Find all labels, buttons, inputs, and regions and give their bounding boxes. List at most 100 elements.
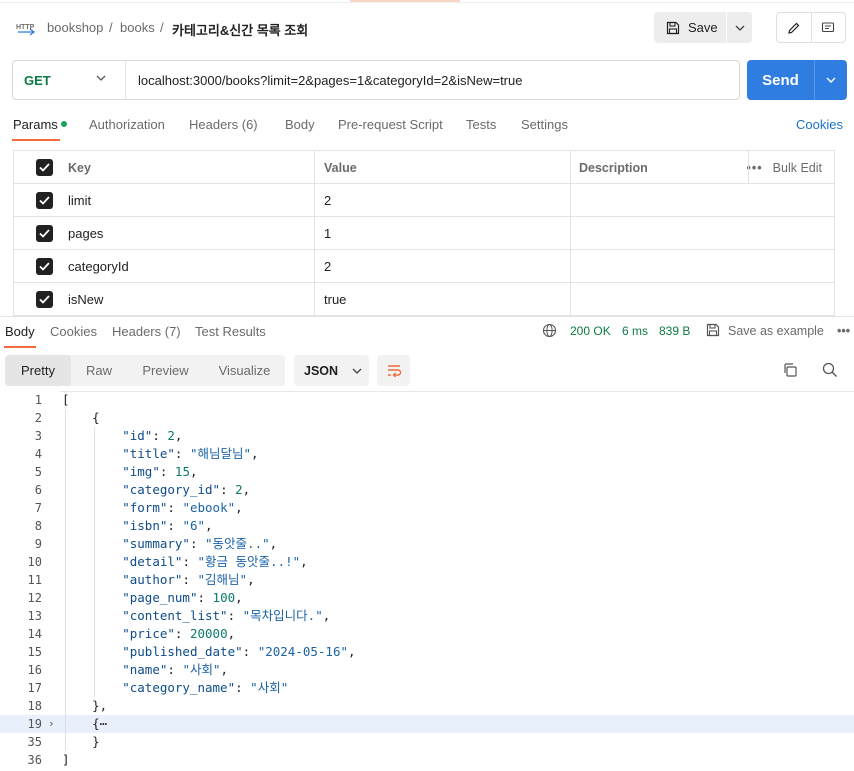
param-key[interactable]: pages (68, 217, 103, 250)
param-value[interactable]: 2 (324, 250, 331, 283)
pencil-icon (787, 22, 800, 34)
documentation-button[interactable] (812, 13, 846, 42)
code-line: 12 "page_num": 100, (0, 589, 854, 607)
tab-settings[interactable]: Settings (521, 117, 568, 132)
line-number: 1 (34, 393, 42, 407)
method-select[interactable]: GET (13, 61, 125, 99)
param-value[interactable]: 1 (324, 217, 331, 250)
param-value[interactable]: true (324, 283, 346, 316)
param-row: categoryId 2 (14, 250, 834, 283)
param-checkbox[interactable] (36, 225, 53, 242)
send-options-button[interactable] (815, 60, 847, 100)
code-line: 13 "content_list": "목차입니다.", (0, 607, 854, 625)
tab-headers[interactable]: Headers (6) (189, 117, 258, 132)
check-icon (39, 196, 50, 205)
param-checkbox[interactable] (36, 291, 53, 308)
response-size[interactable]: 839 B (659, 324, 690, 338)
response-tab-headers[interactable]: Headers (7) (112, 324, 181, 339)
json-value: 2 (235, 482, 243, 497)
param-key[interactable]: categoryId (68, 250, 129, 283)
select-all-checkbox[interactable] (36, 159, 53, 176)
tab-body[interactable]: Body (285, 117, 315, 132)
save-options-button[interactable] (727, 12, 752, 43)
line-number: 17 (27, 681, 42, 695)
json-key: "summary" (122, 536, 190, 551)
cookies-link[interactable]: Cookies (796, 117, 843, 132)
format-tabs: Pretty Raw Preview Visualize (5, 355, 285, 386)
search-icon[interactable] (822, 362, 838, 381)
code-line: 17 "category_name": "사회" (0, 679, 854, 697)
edit-button[interactable] (777, 13, 811, 42)
tab-params[interactable]: Params (13, 117, 67, 132)
globe-icon[interactable] (542, 323, 557, 341)
param-row: limit 2 (14, 184, 834, 217)
format-pretty[interactable]: Pretty (5, 355, 71, 386)
http-request-icon: HTTP (16, 19, 36, 37)
code-line: 4 "title": "해님달님", (0, 445, 854, 463)
tab-label: Params (13, 117, 58, 132)
line-number: 35 (27, 735, 42, 749)
response-time[interactable]: 6 ms (622, 324, 648, 338)
json-value: "사회" (182, 662, 221, 677)
column-header-key: Key (68, 160, 91, 175)
code-text: "price": 20000, (122, 626, 236, 641)
code-text: "name": "사회", (122, 662, 229, 677)
status-code[interactable]: 200 OK (570, 324, 611, 338)
param-row: isNew true (14, 283, 834, 316)
tab-tests[interactable]: Tests (466, 117, 496, 132)
param-value[interactable]: 2 (324, 184, 331, 217)
code-text: } (62, 734, 100, 749)
format-preview[interactable]: Preview (127, 355, 204, 386)
wrap-icon (387, 364, 401, 377)
chevron-right-icon[interactable]: › (48, 715, 55, 733)
check-icon (39, 229, 50, 238)
code-line: 35 } (0, 733, 854, 751)
json-key: "img" (122, 464, 160, 479)
wrap-lines-button[interactable] (377, 355, 410, 386)
send-button[interactable]: Send (747, 60, 814, 100)
code-text: {⋯ (62, 716, 108, 731)
check-icon (39, 163, 50, 172)
format-visualize[interactable]: Visualize (204, 355, 285, 386)
url-input[interactable]: localhost:3000/books?limit=2&pages=1&cat… (126, 73, 522, 88)
column-header-description: Description (579, 160, 648, 175)
code-text: ] (62, 752, 70, 767)
format-raw[interactable]: Raw (71, 355, 127, 386)
bulk-edit-button[interactable]: ••• Bulk Edit (747, 151, 822, 184)
language-select[interactable]: JSON (294, 355, 369, 386)
param-checkbox[interactable] (36, 258, 53, 275)
param-key[interactable]: isNew (68, 283, 103, 316)
params-table: Key Value Description ••• Bulk Edit limi… (13, 150, 835, 317)
line-number: 19 (27, 717, 42, 731)
breadcrumb-workspace[interactable]: bookshop (47, 20, 103, 35)
line-number: 6 (34, 483, 42, 497)
language-label: JSON (304, 363, 339, 378)
json-key: "isbn" (122, 518, 168, 533)
tab-authorization[interactable]: Authorization (89, 117, 165, 132)
indent-guide (65, 409, 66, 751)
copy-icon[interactable] (782, 362, 798, 381)
tab-pre-request-script[interactable]: Pre-request Script (338, 117, 443, 132)
code-text: "form": "ebook", (122, 500, 243, 515)
param-checkbox[interactable] (36, 192, 53, 209)
response-tab-test-results[interactable]: Test Results (195, 324, 266, 339)
save-icon (666, 21, 680, 34)
save-as-example-button[interactable]: Save as example (728, 324, 824, 338)
response-body-viewer[interactable]: 1[2 {3 "id": 2, 4 "title": "해님달님", 5 "img"… (0, 391, 854, 771)
json-key: "detail" (122, 554, 183, 569)
code-line: 36] (0, 751, 854, 769)
line-number: 16 (27, 663, 42, 677)
code-line: 16 "name": "사회", (0, 661, 854, 679)
divider (570, 151, 571, 317)
code-text: [ (62, 392, 70, 407)
response-tab-cookies[interactable]: Cookies (50, 324, 97, 339)
chevron-down-icon (96, 75, 106, 81)
request-title[interactable]: 카테고리&신간 목록 조회 (172, 20, 308, 39)
response-tab-body[interactable]: Body (5, 324, 35, 339)
indent-guide (94, 427, 95, 697)
param-key[interactable]: limit (68, 184, 91, 217)
code-text: "author": "김해님", (122, 572, 255, 587)
breadcrumb-collection[interactable]: books (120, 20, 155, 35)
save-button[interactable]: Save (654, 12, 726, 43)
more-icon[interactable]: ••• (837, 324, 850, 338)
